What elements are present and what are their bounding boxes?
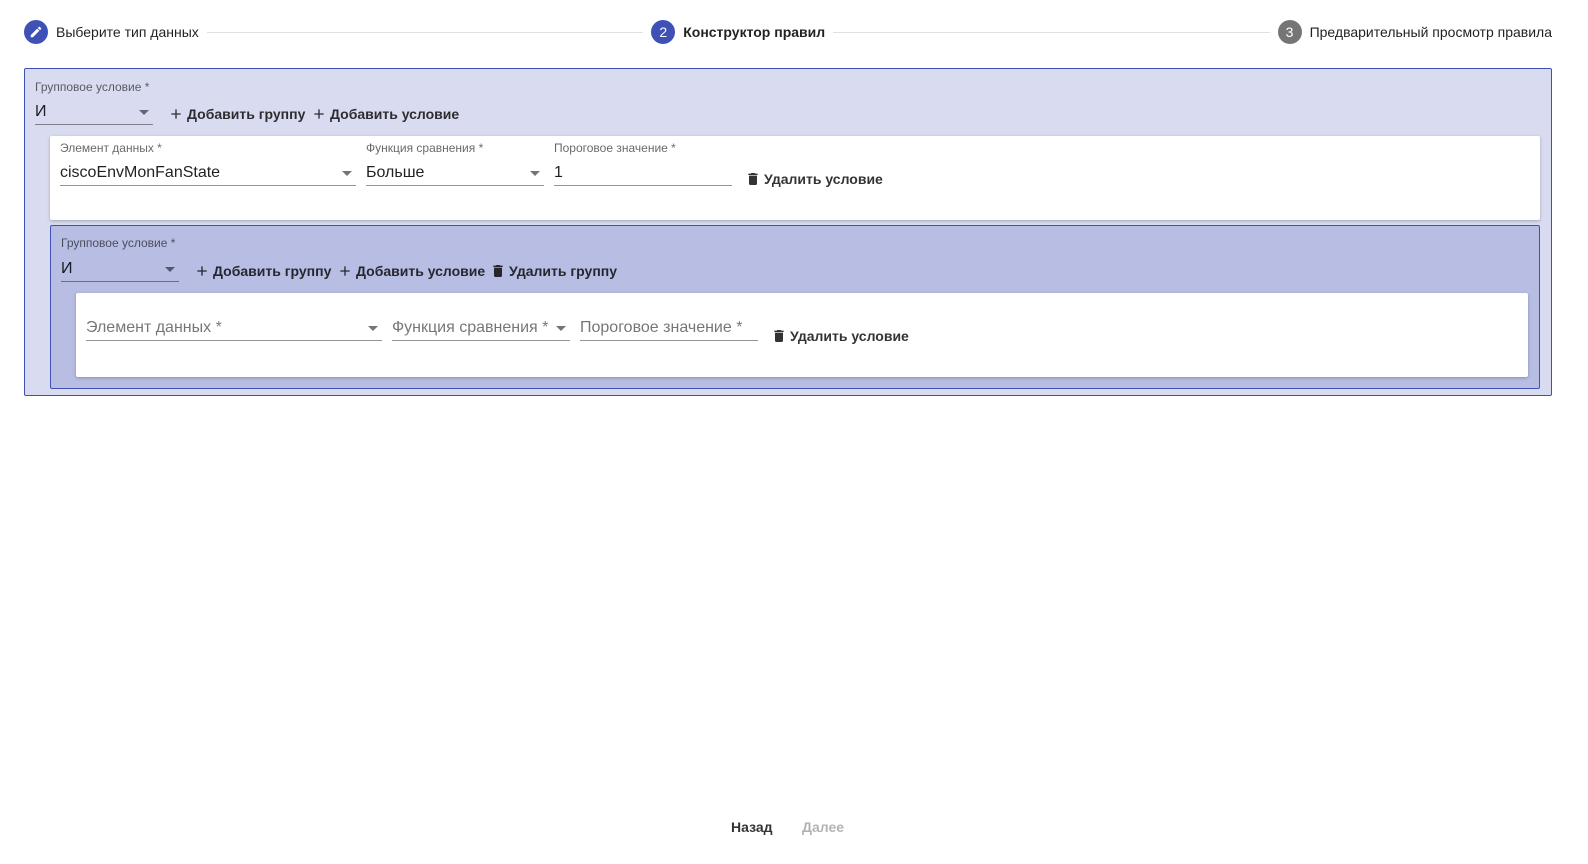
condition-card: Элемент данных * Функция сравнения * Пор… [76,293,1528,377]
chevron-down-icon [165,267,175,272]
threshold-placeholder: Пороговое значение * [580,319,743,336]
step-rule-builder[interactable]: 2 Конструктор правил [651,20,825,44]
data-element-select[interactable]: Элемент данных * [86,317,382,341]
stepper: Выберите тип данных 2 Конструктор правил… [24,20,1552,44]
back-button[interactable]: Назад [731,819,773,835]
step-connector [833,31,1270,33]
delete-group-button[interactable]: Удалить группу [489,262,617,280]
add-group-label: Добавить группу [187,106,306,122]
threshold-input[interactable]: Пороговое значение * [580,317,758,341]
add-condition-label: Добавить условие [356,263,486,279]
step-rule-preview[interactable]: 3 Предварительный просмотр правила [1277,20,1553,44]
group-condition-label: Групповое условие * [35,80,150,94]
outer-group-condition: Групповое условие * И Добавить группу До… [24,68,1552,396]
threshold-label: Пороговое значение * [554,141,676,155]
comparison-function-value: Больше [366,164,425,181]
data-element-placeholder: Элемент данных * [86,319,222,336]
step-label: Конструктор правил [683,24,826,40]
add-condition-button[interactable]: Добавить условие [310,105,459,123]
trash-icon [489,262,507,280]
group-operator-select[interactable]: И [61,258,179,282]
inner-group-condition: Групповое условие * И Добавить группу До… [50,225,1540,389]
add-group-label: Добавить группу [213,263,332,279]
delete-condition-label: Удалить условие [764,171,883,187]
chevron-down-icon [342,171,352,176]
plus-icon [336,262,354,280]
plus-icon [310,105,328,123]
plus-icon [167,105,185,123]
chevron-down-icon [139,110,149,115]
trash-icon [744,170,762,188]
delete-group-label: Удалить группу [509,263,618,279]
data-element-label: Элемент данных * [60,141,162,155]
chevron-down-icon [368,326,378,331]
step-label: Выберите тип данных [56,24,199,40]
next-button[interactable]: Далее [802,819,844,835]
step-number: 2 [651,20,676,44]
plus-icon [193,262,211,280]
chevron-down-icon [556,326,566,331]
pencil-icon [24,20,48,44]
comparison-function-select[interactable]: Больше [366,162,544,186]
comparison-function-placeholder: Функция сравнения * [392,319,549,336]
chevron-down-icon [530,171,540,176]
add-condition-label: Добавить условие [330,106,460,122]
add-condition-button[interactable]: Добавить условие [336,262,485,280]
delete-condition-button[interactable]: Удалить условие [770,327,909,345]
step-number: 3 [1277,20,1302,44]
comparison-function-select[interactable]: Функция сравнения * [392,317,570,341]
threshold-input[interactable]: 1 [554,162,732,186]
threshold-value: 1 [554,164,563,181]
data-element-select[interactable]: ciscoEnvMonFanState [60,162,356,186]
condition-card: Элемент данных * ciscoEnvMonFanState Фун… [50,136,1540,220]
add-group-button[interactable]: Добавить группу [167,105,305,123]
trash-icon [770,327,788,345]
step-label: Предварительный просмотр правила [1309,24,1553,40]
group-condition-label: Групповое условие * [61,236,176,250]
group-operator-value: И [35,103,47,120]
data-element-value: ciscoEnvMonFanState [60,164,221,181]
delete-condition-label: Удалить условие [790,328,909,344]
comparison-function-label: Функция сравнения * [366,141,484,155]
step-connector [206,31,644,33]
group-operator-value: И [61,260,73,277]
delete-condition-button[interactable]: Удалить условие [744,170,883,188]
add-group-button[interactable]: Добавить группу [193,262,331,280]
step-select-data-type[interactable]: Выберите тип данных [24,20,199,44]
group-operator-select[interactable]: И [35,101,153,125]
